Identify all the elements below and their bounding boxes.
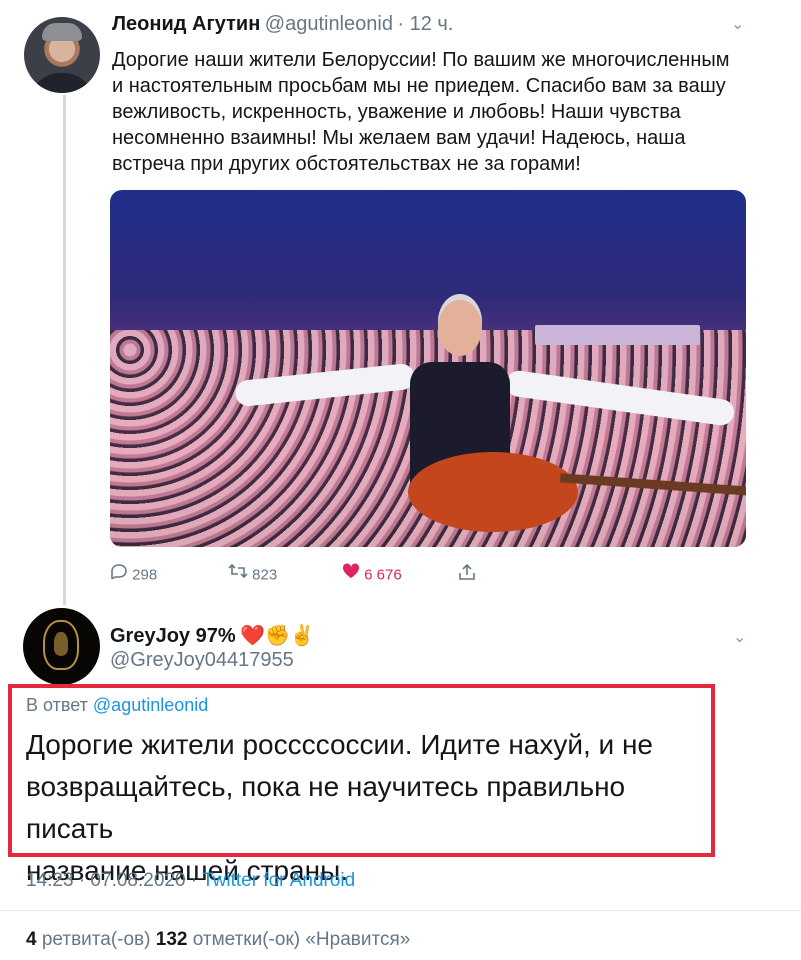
tweet-time[interactable]: · 12 ч. — [397, 13, 453, 35]
reply-action[interactable]: 298 — [110, 563, 157, 584]
thread-line — [63, 95, 66, 605]
chevron-down-icon[interactable]: ⌄ — [733, 627, 746, 647]
tweet-photo[interactable] — [110, 190, 746, 547]
tweet-meta: 14:23 · 07.08.2020 · Twitter for Android — [26, 870, 355, 892]
tweet-text-line: Дорогие наши жители Белоруссии! По вашим… — [112, 49, 730, 71]
avatar[interactable] — [23, 608, 100, 685]
tweet-text-line: несомненно взаимны! Мы желаем вам удачи!… — [112, 127, 686, 149]
chevron-down-icon[interactable]: ⌄ — [731, 14, 744, 34]
timestamp[interactable]: 14:23 · 07.08.2020 · — [26, 870, 197, 891]
divider — [0, 910, 801, 911]
author-handle[interactable]: @GreyJoy04417955 — [110, 649, 294, 672]
tweet-stats: 4 ретвита(-ов) 132 отметки(-ок) «Нравитс… — [26, 929, 410, 951]
tweet-text: Дорогие наши жители Белоруссии! По вашим… — [112, 47, 772, 177]
retweet-action[interactable]: 823 — [228, 563, 277, 584]
in-reply-label: В ответ — [26, 695, 88, 715]
reply-header: GreyJoy 97% ❤️✊✌️ — [110, 623, 315, 648]
tweet-text-line: встреча при других обстоятельствах не за… — [112, 153, 581, 175]
avatar[interactable] — [24, 17, 100, 93]
share-icon — [459, 563, 475, 580]
retweet-icon — [228, 563, 248, 579]
retweets-count[interactable]: 4 — [26, 929, 37, 950]
likes-label[interactable]: отметки(-ок) «Нравится» — [193, 929, 411, 950]
reply-text: Дорогие жители россссоссии. Идите нахуй,… — [26, 724, 706, 892]
reply-icon — [111, 564, 127, 581]
author-name[interactable]: Леонид Агутин — [112, 13, 260, 35]
tweet-text-line: и настоятельным просьбам мы не приедем. … — [112, 75, 726, 97]
author-name[interactable]: GreyJoy 97% — [110, 625, 236, 647]
retweets-label[interactable]: ретвита(-ов) — [42, 929, 151, 950]
reply-text-line: возвращайтесь, пока не научитесь правиль… — [26, 771, 626, 844]
like-count: 6 676 — [364, 566, 402, 584]
mention-link[interactable]: @agutinleonid — [93, 695, 208, 715]
in-reply-to: В ответ @agutinleonid — [26, 695, 208, 716]
tweet-text-line: вежливость, искренность, уважение и любо… — [112, 101, 681, 123]
tweet-header: Леонид Агутин @agutinleonid · 12 ч. — [112, 13, 453, 36]
author-emojis: ❤️✊✌️ — [240, 625, 315, 647]
heart-icon — [342, 563, 360, 578]
share-action[interactable] — [458, 563, 476, 585]
author-handle[interactable]: @agutinleonid — [265, 13, 393, 35]
likes-count[interactable]: 132 — [156, 929, 188, 950]
retweet-count: 823 — [252, 566, 278, 584]
like-action[interactable]: 6 676 — [342, 563, 402, 584]
source-link[interactable]: Twitter for Android — [202, 870, 355, 891]
reply-count: 298 — [132, 566, 158, 584]
reply-text-line: Дорогие жители россссоссии. Идите нахуй,… — [26, 729, 654, 760]
